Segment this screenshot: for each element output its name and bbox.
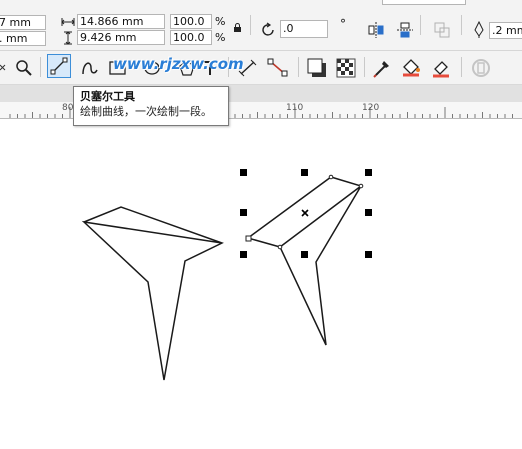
convert-to-curves-icon[interactable] [433, 21, 451, 39]
handle-bottom-left [240, 251, 247, 258]
width-arrow-icon [61, 18, 75, 26]
height-field[interactable]: 9.426 mm [77, 30, 165, 45]
connector-tool-icon[interactable] [267, 58, 289, 78]
height-arrow-icon [64, 31, 72, 45]
bezier-tool-tooltip: 贝塞尔工具 绘制曲线，一次绘制一段。 [73, 86, 229, 126]
ruler-label: 120 [362, 103, 380, 113]
handle-top-right [365, 169, 372, 176]
scale-y-field[interactable]: 100.0 [170, 30, 212, 45]
handle-bottom-center [301, 251, 308, 258]
property-bar: 7 mm . mm 14.866 mm 9.426 mm 100.0 100.0… [0, 0, 522, 51]
right-polyline-shape[interactable] [247, 176, 363, 346]
y-position-field[interactable]: . mm [0, 31, 46, 46]
handle-top-center [301, 169, 308, 176]
handle-top-left [240, 169, 247, 176]
ruler-label: 80 [62, 103, 74, 113]
x-position-field[interactable]: 7 mm [0, 15, 46, 30]
bezier-tool-button[interactable] [47, 54, 71, 78]
tooltip-description: 绘制曲线，一次绘制一段。 [80, 105, 212, 118]
left-polyline-shape[interactable] [81, 206, 224, 381]
percent-label: % [215, 15, 226, 28]
handle-middle-left [240, 209, 247, 216]
percent-label: % [215, 31, 226, 44]
pen-outline-icon [474, 21, 484, 38]
center-marker-icon[interactable] [301, 209, 309, 217]
interactive-fill-icon[interactable] [400, 57, 422, 79]
scale-x-field[interactable]: 100.0 [170, 14, 212, 29]
watermark: www.rjzxw.com [113, 55, 244, 73]
drawing-canvas[interactable] [0, 119, 522, 449]
tooltip-title: 贝塞尔工具 [80, 90, 135, 103]
transparency-icon[interactable] [336, 58, 356, 78]
rotation-field[interactable]: .0 [280, 20, 328, 38]
drop-shadow-icon[interactable] [306, 57, 328, 79]
width-field[interactable]: 14.866 mm [77, 14, 165, 29]
bezier-tool-icon [50, 57, 68, 75]
disabled-tool-icon [472, 59, 490, 77]
tool-icon-partial[interactable] [0, 63, 8, 73]
top-dropdown[interactable] [382, 0, 466, 5]
handle-middle-right [365, 209, 372, 216]
artistic-media-icon[interactable] [79, 58, 99, 78]
outline-width-field[interactable]: .2 mm [489, 22, 522, 39]
handle-bottom-right [365, 251, 372, 258]
mirror-vertical-icon[interactable] [396, 21, 414, 39]
eyedropper-icon[interactable] [372, 57, 392, 79]
lock-ratio-icon[interactable] [233, 23, 242, 33]
zoom-icon[interactable] [15, 59, 33, 77]
mirror-horizontal-icon[interactable] [367, 21, 385, 39]
toolbox [0, 51, 522, 85]
smart-fill-icon[interactable] [430, 57, 452, 79]
rotate-icon [262, 22, 274, 36]
ruler-label: 110 [286, 103, 304, 113]
drawing-surface [81, 169, 372, 381]
degree-label: ° [340, 17, 346, 31]
